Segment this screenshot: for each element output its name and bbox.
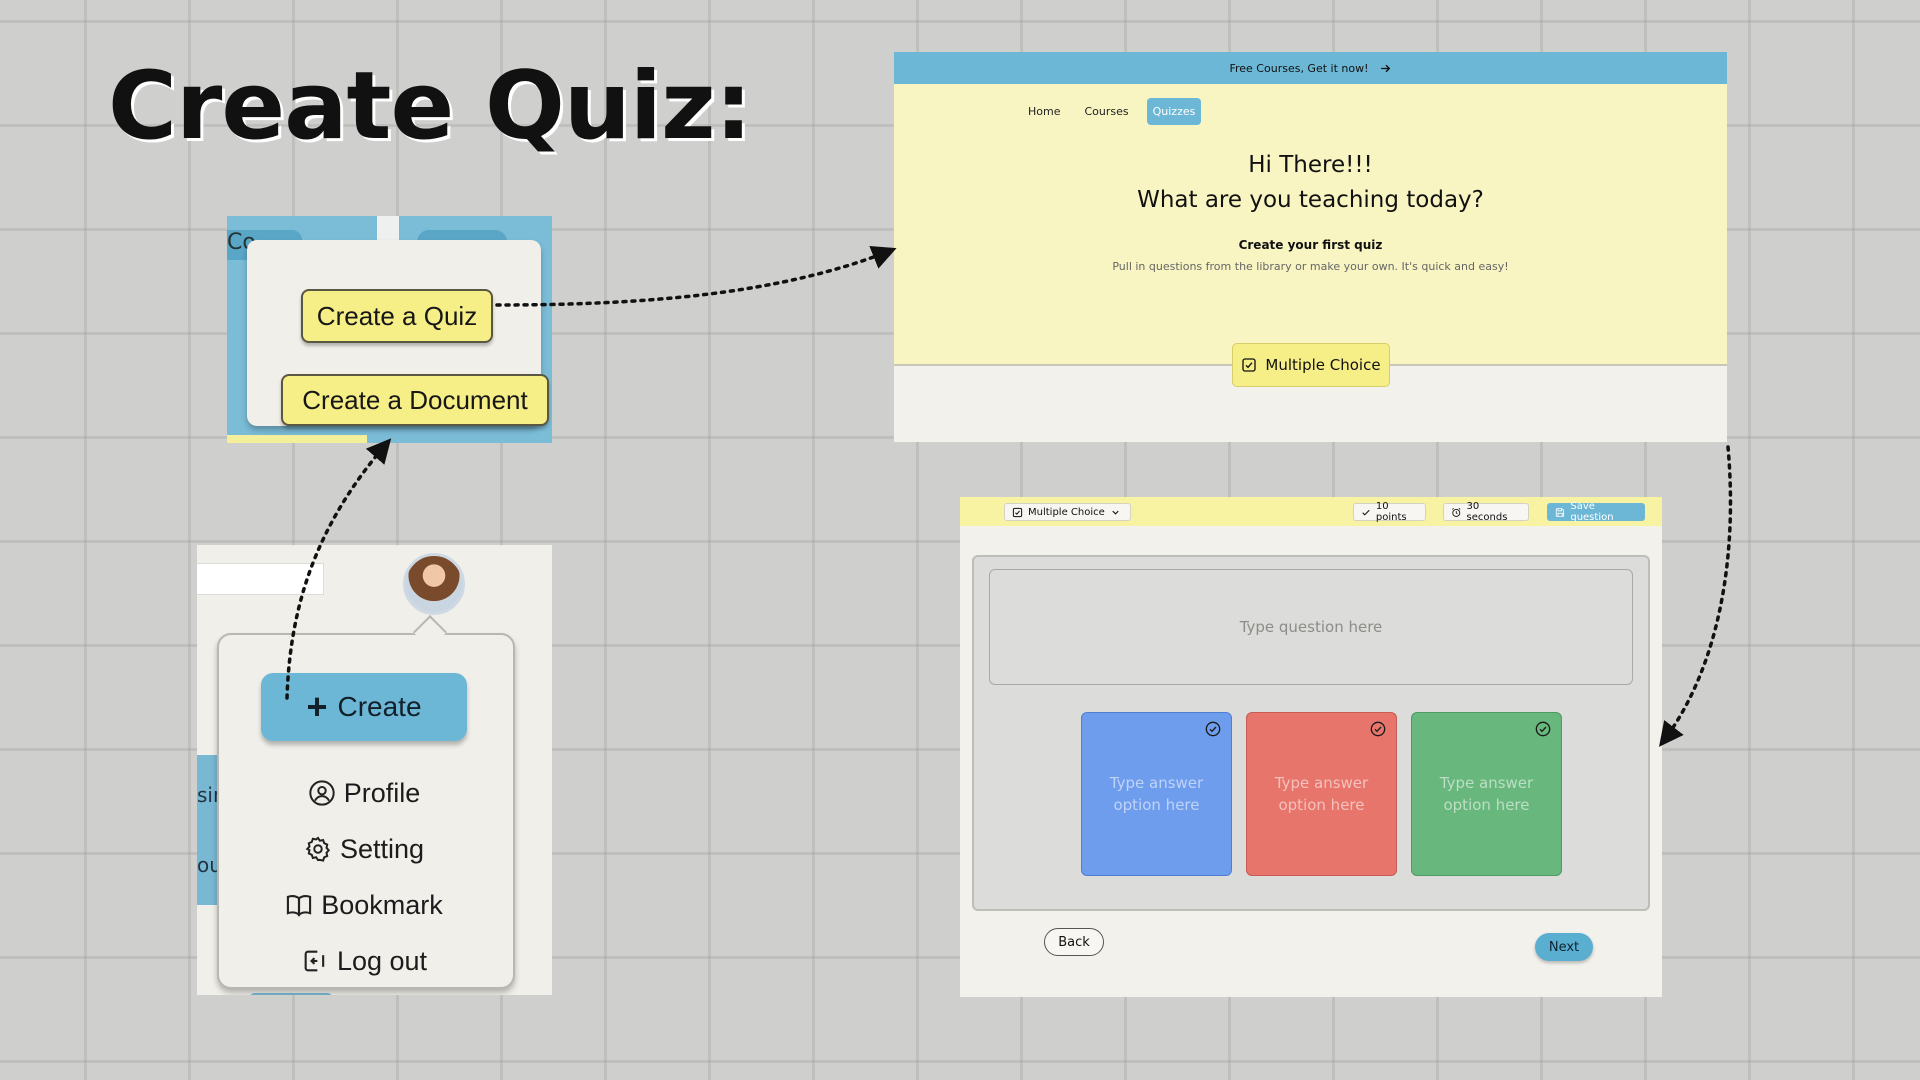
answer-placeholder: Type answer option here [1109,774,1204,814]
nav-courses[interactable]: Courses [1078,98,1134,125]
nav-home[interactable]: Home [1022,98,1066,125]
save-question-label: Save question [1570,501,1614,523]
background-strip [227,435,367,443]
arrow-home-to-editor [1659,445,1733,747]
greeting-line-1: Hi There!!! [1248,152,1373,178]
menu-item-profile[interactable]: Profile [217,771,511,815]
back-button[interactable]: Back [1044,928,1104,956]
background-sidebar [197,755,217,905]
save-question-button[interactable]: Save question [1547,501,1645,523]
logout-icon [304,950,325,972]
nav-bar: Home Courses Quizzes [1022,98,1202,125]
search-input[interactable] [197,563,324,595]
menu-item-bookmark[interactable]: Bookmark [217,883,511,927]
background-gap [377,216,399,240]
check-circle-icon[interactable] [1205,721,1221,737]
checkbox-icon [1012,507,1023,517]
question-placeholder: Type question here [1239,618,1383,636]
menu-item-setting[interactable]: Setting [217,827,511,871]
checkbox-icon [1242,358,1257,372]
save-icon [1555,507,1565,517]
menu-item-label: Bookmark [321,889,443,920]
create-button[interactable]: + Create [261,673,467,741]
time-label: 30 seconds [1466,501,1508,523]
create-label: Create [337,691,422,722]
answer-placeholder: Type answer option here [1274,774,1369,814]
points-label: 10 points [1375,501,1407,523]
points-select[interactable]: 10 points [1353,501,1426,523]
menu-item-logout[interactable]: Log out [217,939,511,983]
promo-banner[interactable]: Free Courses, Get it now! [894,52,1727,84]
time-select[interactable]: 30 seconds [1443,501,1529,523]
next-button[interactable]: Next [1535,933,1593,961]
alarm-clock-icon [1452,507,1461,517]
nav-quizzes[interactable]: Quizzes [1146,98,1202,125]
gear-icon [305,836,331,862]
check-circle-icon[interactable] [1535,721,1551,737]
question-editor: Multiple Choice 10 points 30 seconds Sav… [960,497,1662,997]
answer-option-1[interactable]: Type answer option here [1081,712,1232,876]
greeting-heading: Hi There!!! What are you teaching today? [894,148,1727,218]
plus-icon: + [306,686,328,727]
answer-option-2[interactable]: Type answer option here [1246,712,1397,876]
create-document-button[interactable]: Create a Document [281,374,549,426]
check-icon [1362,509,1370,516]
chevron-down-icon [1112,510,1119,515]
quiz-home-page: Free Courses, Get it now! Home Courses Q… [894,52,1727,442]
arrow-popover-to-home [495,245,897,307]
hero-section [894,84,1727,366]
create-menu-panel: sin our + Create Profile Setting Bookmar… [197,545,552,995]
question-type-select[interactable]: Multiple Choice [1004,503,1131,521]
section-subtitle: Create your first quiz [1238,238,1383,252]
background-tab [249,993,333,995]
question-type-label: Multiple Choice [1028,506,1105,518]
book-icon [287,895,312,917]
menu-item-label: Setting [339,833,425,864]
answer-placeholder: Type answer option here [1439,774,1534,814]
slide-title: Create Quiz: [108,52,752,161]
banner-text: Free Courses, Get it now! [1229,61,1369,75]
answer-option-3[interactable]: Type answer option here [1411,712,1562,876]
create-popover: Create a Quiz Create a Document [247,240,549,426]
section-description: Pull in questions from the library or ma… [1112,260,1509,273]
arrow-right-icon [1380,64,1390,72]
avatar[interactable] [403,553,465,615]
create-quiz-popover-panel: Co Create a Quiz Create a Document [227,216,552,443]
greeting-line-2: What are you teaching today? [1137,187,1484,213]
question-input[interactable]: Type question here [989,569,1633,685]
multiple-choice-button[interactable]: Multiple Choice [1232,343,1390,387]
profile-icon [309,780,335,806]
check-circle-icon[interactable] [1370,721,1386,737]
menu-item-label: Profile [343,777,421,808]
create-quiz-button[interactable]: Create a Quiz [301,289,493,343]
menu-item-label: Log out [336,945,428,976]
multiple-choice-label: Multiple Choice [1265,356,1381,374]
